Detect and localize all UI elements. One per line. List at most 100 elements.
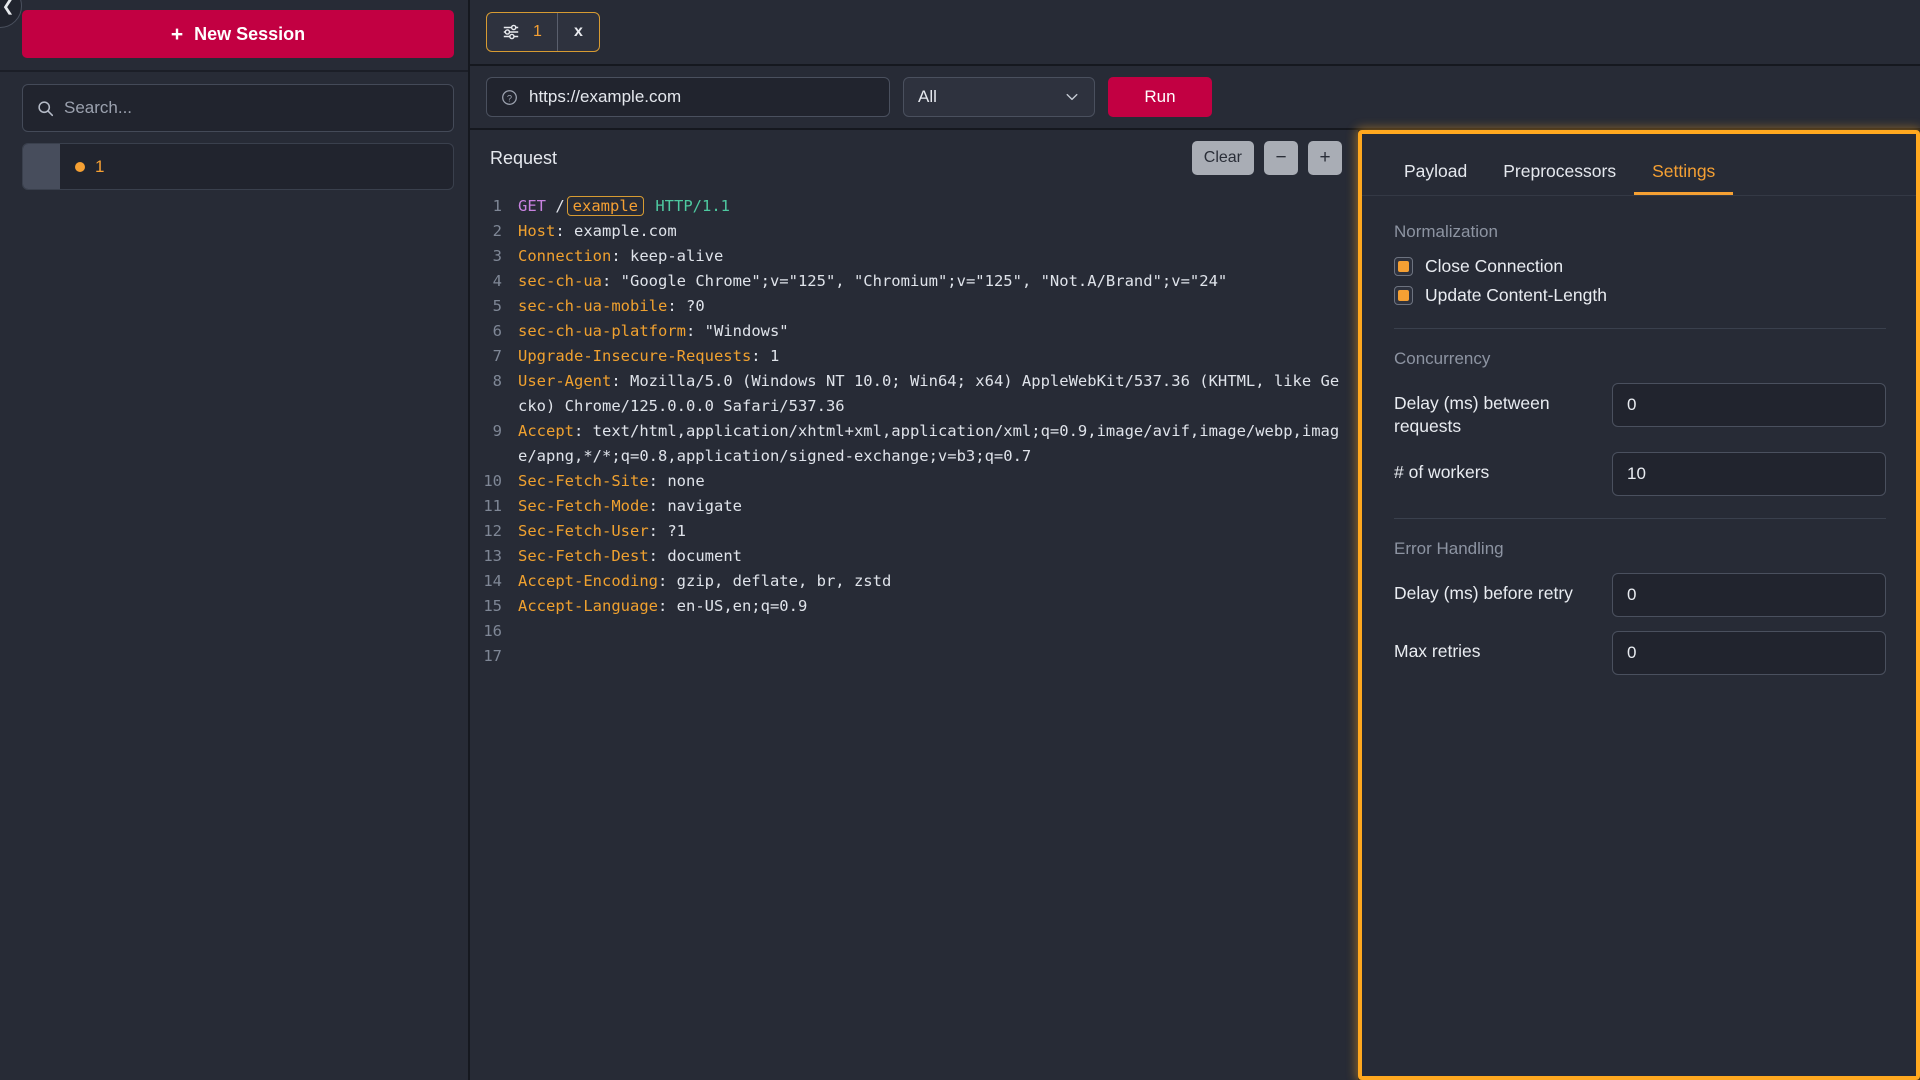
code-content[interactable] [518, 619, 1358, 644]
clear-button[interactable]: Clear [1191, 141, 1254, 175]
font-increase-button[interactable]: + [1308, 141, 1342, 175]
line-number: 6 [492, 322, 502, 340]
request-pane: Request Clear − + 1 GET / example HTTP/1.1… [470, 130, 1358, 1080]
code-content[interactable]: Sec-Fetch-Dest: document [518, 544, 1358, 569]
header-value: en-US,en;q=0.9 [676, 597, 808, 615]
code-line: 1 GET / example HTTP/1.1 [470, 194, 1358, 219]
max-retries-input[interactable] [1612, 631, 1886, 675]
line-number: 15 [483, 597, 502, 615]
payload-variable-token[interactable]: example [566, 196, 644, 216]
header-value: "Windows" [704, 322, 789, 340]
scope-select-value: All [918, 87, 937, 106]
code-content[interactable]: sec-ch-ua-platform: "Windows" [518, 319, 1358, 344]
code-content[interactable]: Upgrade-Insecure-Requests: 1 [518, 344, 1358, 369]
delay-between-requests-label: Delay (ms) between requests [1394, 393, 1550, 436]
line-number: 4 [492, 272, 502, 290]
delay-between-requests-input[interactable] [1612, 383, 1886, 427]
search-box[interactable] [22, 84, 454, 132]
sliders-icon [503, 24, 519, 40]
url-input[interactable] [529, 87, 875, 107]
status-dot-icon [75, 161, 85, 172]
header-name: sec-ch-ua-mobile [518, 297, 668, 315]
tab-settings[interactable]: Settings [1634, 161, 1734, 195]
tab-close-button[interactable]: x [556, 13, 599, 51]
update-content-length-row[interactable]: Update Content-Length [1394, 285, 1886, 306]
search-input[interactable] [64, 98, 439, 118]
line-number: 9 [492, 422, 502, 440]
line-number: 16 [483, 622, 502, 640]
code-line: 15 Accept-Language: en-US,en;q=0.9 [470, 594, 1358, 619]
header-value: keep-alive [630, 247, 724, 265]
delay-between-requests-row: Delay (ms) between requests [1394, 383, 1886, 438]
new-session-button[interactable]: + New Session [22, 10, 454, 58]
line-number: 11 [483, 497, 502, 515]
code-line: 5 sec-ch-ua-mobile: ?0 [470, 294, 1358, 319]
delay-before-retry-input[interactable] [1612, 573, 1886, 617]
error-handling-section: Error Handling Delay (ms) before retry M… [1394, 539, 1886, 675]
concurrency-section: Concurrency Delay (ms) between requests … [1394, 349, 1886, 496]
header-name: User-Agent [518, 372, 612, 390]
header-value: ?0 [685, 297, 705, 315]
session-color-swatch [23, 144, 60, 189]
code-content[interactable]: Host: example.com [518, 219, 1358, 244]
panel-tab-list: Payload Preprocessors Settings [1362, 134, 1916, 196]
header-value: ?1 [667, 522, 686, 540]
line-number: 13 [483, 547, 502, 565]
tab-preprocessors[interactable]: Preprocessors [1485, 161, 1634, 195]
code-line: 8 User-Agent: Mozilla/5.0 (Windows NT 10.… [470, 369, 1358, 419]
code-content[interactable]: sec-ch-ua-mobile: ?0 [518, 294, 1358, 319]
tab-session-1[interactable]: 1 x [486, 12, 600, 52]
plus-icon: + [170, 22, 184, 46]
close-connection-row[interactable]: Close Connection [1394, 256, 1886, 277]
code-content[interactable]: Accept-Language: en-US,en;q=0.9 [518, 594, 1358, 619]
checkbox-check-icon [1398, 290, 1409, 301]
code-content[interactable]: Sec-Fetch-Mode: navigate [518, 494, 1358, 519]
session-list: 1 [22, 143, 454, 190]
header-name: Host [518, 222, 556, 240]
workers-input[interactable] [1612, 452, 1886, 496]
code-content[interactable]: Connection: keep-alive [518, 244, 1358, 269]
run-button[interactable]: Run [1108, 77, 1212, 117]
header-value: Mozilla/5.0 (Windows NT 10.0; Win64; x64… [518, 372, 1340, 415]
line-number: 1 [492, 197, 502, 215]
code-content[interactable] [518, 644, 1358, 669]
header-name: Connection [518, 247, 612, 265]
code-content[interactable]: sec-ch-ua: "Google Chrome";v="125", "Chr… [518, 269, 1358, 294]
tab-bar: 1 x [470, 0, 1920, 66]
code-line: 14 Accept-Encoding: gzip, deflate, br, zs… [470, 569, 1358, 594]
app-root: ❮ + New Session 1 [0, 0, 1920, 1080]
code-content[interactable]: Sec-Fetch-Site: none [518, 469, 1358, 494]
list-item[interactable]: 1 [23, 144, 453, 189]
delay-before-retry-row: Delay (ms) before retry [1394, 573, 1886, 617]
line-number: 8 [492, 372, 502, 390]
code-content[interactable]: GET / example HTTP/1.1 [518, 194, 1358, 219]
header-name: Accept-Encoding [518, 572, 658, 590]
code-line: 2 Host: example.com [470, 219, 1358, 244]
font-decrease-button[interactable]: − [1264, 141, 1298, 175]
request-header: Request Clear − + [470, 130, 1358, 186]
header-value: navigate [667, 497, 742, 515]
code-content[interactable]: User-Agent: Mozilla/5.0 (Windows NT 10.0… [518, 369, 1358, 419]
close-connection-checkbox[interactable] [1394, 257, 1413, 276]
tab-payload[interactable]: Payload [1386, 161, 1485, 195]
scope-select[interactable]: All [903, 77, 1095, 117]
code-content[interactable]: Accept-Encoding: gzip, deflate, br, zstd [518, 569, 1358, 594]
header-value: 1 [769, 347, 780, 365]
url-bar: ? All Run [470, 66, 1920, 130]
content-split: Request Clear − + 1 GET / example HTTP/1.1… [470, 130, 1920, 1080]
workers-row: # of workers [1394, 452, 1886, 496]
tab-chip-body[interactable]: 1 [487, 13, 557, 51]
request-editor[interactable]: 1 GET / example HTTP/1.1 2 Host: example.com… [470, 186, 1358, 1080]
session-label: 1 [95, 156, 105, 176]
header-value: text/html,application/xhtml+xml,applicat… [518, 422, 1340, 465]
code-content[interactable]: Sec-Fetch-User: ?1 [518, 519, 1358, 544]
header-name: Upgrade-Insecure-Requests [518, 347, 752, 365]
header-name: Accept-Language [518, 597, 658, 615]
header-name: Sec-Fetch-Dest [518, 547, 649, 565]
normalization-section: Normalization Close Connection Update Co… [1394, 222, 1886, 306]
url-input-wrapper[interactable]: ? [486, 77, 890, 117]
code-content[interactable]: Accept: text/html,application/xhtml+xml,… [518, 419, 1358, 469]
tab-count-label: 1 [533, 23, 542, 40]
update-content-length-checkbox[interactable] [1394, 286, 1413, 305]
request-title: Request [490, 147, 558, 168]
